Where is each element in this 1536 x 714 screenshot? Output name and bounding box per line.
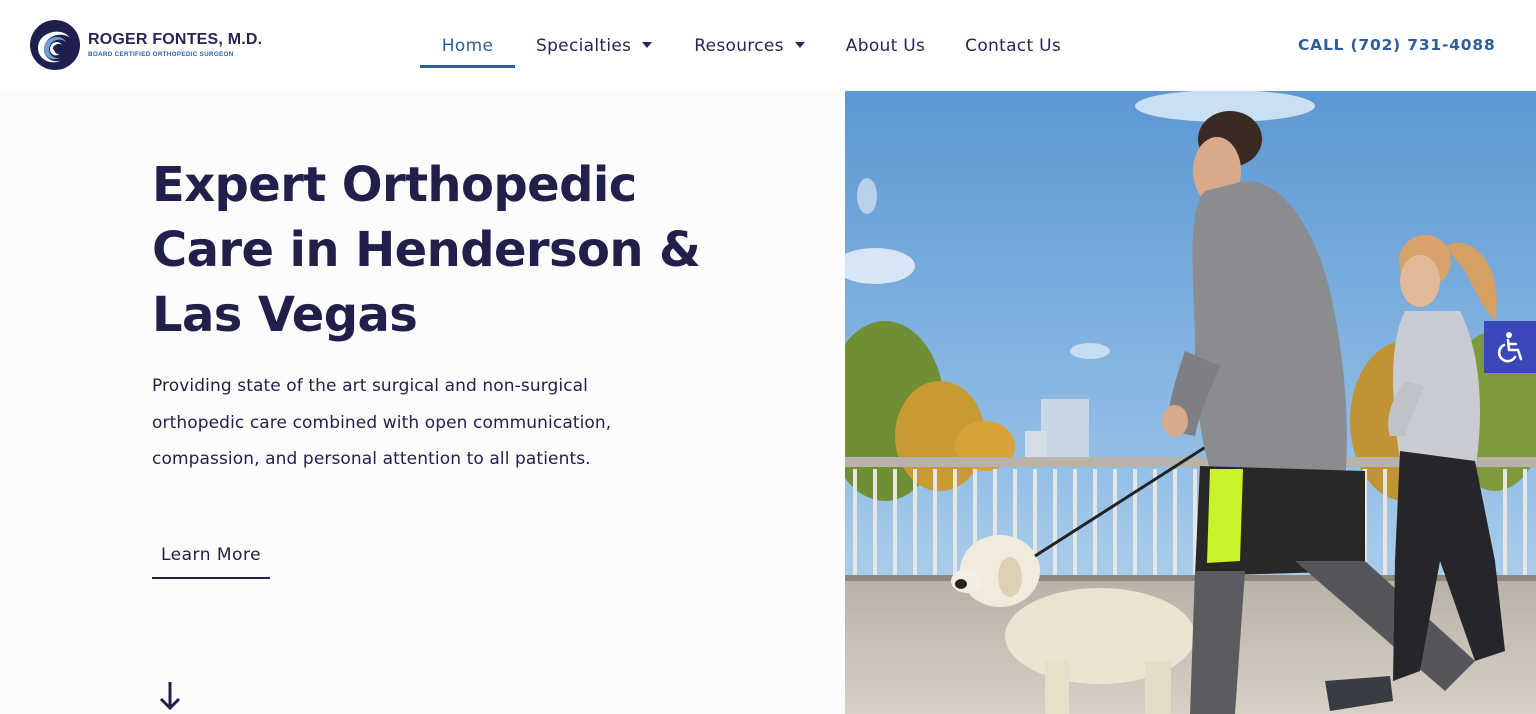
nav-item-about[interactable]: About Us [846, 0, 925, 68]
active-underline [420, 65, 515, 68]
nav-item-label: Resources [694, 35, 784, 56]
hero-title: Expert Orthopedic Care in Henderson & La… [152, 157, 701, 343]
runners-with-dog-photo [845, 91, 1536, 714]
nav-item-resources[interactable]: Resources [694, 0, 805, 68]
nav-item-specialties[interactable]: Specialties [536, 0, 653, 68]
learn-more-button[interactable]: Learn More [152, 532, 270, 579]
swirl-logo-icon [30, 20, 80, 70]
accessibility-button[interactable] [1484, 321, 1536, 373]
nav-item-home[interactable]: Home [420, 0, 515, 68]
caret-down-icon [794, 41, 805, 48]
nav-item-label: Specialties [536, 35, 632, 56]
hero-illustration [845, 91, 1536, 714]
logo-subtitle: BOARD CERTIFIED ORTHOPEDIC SURGEON [88, 51, 234, 58]
site-logo[interactable]: ROGER FONTES, M.D. BOARD CERTIFIED ORTHO… [28, 18, 262, 72]
arrow-down-icon[interactable] [158, 680, 182, 714]
call-phone-link[interactable]: CALL (702) 731-4088 [1298, 36, 1496, 54]
main-nav: Home Specialties Resources About Us Cont… [420, 0, 1061, 90]
caret-down-icon [642, 41, 653, 48]
nav-item-label: Contact Us [965, 35, 1062, 56]
hero-description: Providing state of the art surgical and … [152, 376, 612, 469]
site-header: ROGER FONTES, M.D. BOARD CERTIFIED ORTHO… [0, 0, 1536, 90]
wheelchair-icon [1497, 332, 1523, 363]
logo-name: ROGER FONTES, M.D. [88, 31, 263, 48]
nav-item-label: About Us [845, 35, 926, 56]
logo-text: ROGER FONTES, M.D. BOARD CERTIFIED ORTHO… [88, 31, 262, 59]
nav-item-contact[interactable]: Contact Us [965, 0, 1061, 68]
nav-item-label: Home [441, 35, 494, 56]
